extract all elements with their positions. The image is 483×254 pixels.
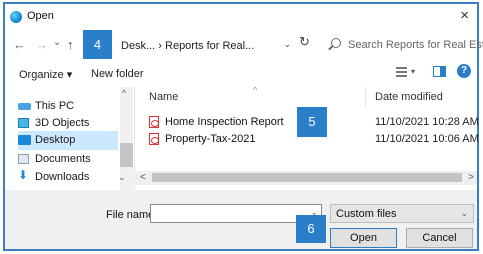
- cancel-button[interactable]: Cancel: [406, 228, 473, 248]
- file-type-filter[interactable]: Custom files ⌄: [330, 204, 474, 223]
- sidebar-item-label: Desktop: [35, 134, 76, 146]
- dialog-title: Open: [27, 10, 54, 22]
- dialog-footer: File name: ⌄ Custom files ⌄ 6 Open Cance…: [5, 190, 477, 249]
- open-button[interactable]: Open: [330, 228, 397, 248]
- back-arrow-icon[interactable]: ←: [13, 38, 26, 52]
- sidebar-item-label: Downloads: [35, 171, 90, 183]
- search-icon: [331, 38, 341, 48]
- column-header-date-modified[interactable]: Date modified: [375, 91, 443, 103]
- sort-ascending-icon: ^: [253, 85, 258, 95]
- sidebar-item-label: 3D Objects: [35, 117, 90, 129]
- organize-menu[interactable]: Organize ▾: [19, 68, 72, 81]
- navigation-pane: This PC 3D Objects Desktop Documents ⬇ D…: [5, 87, 134, 190]
- close-button[interactable]: ×: [460, 7, 469, 25]
- step-badge-5: 5: [297, 107, 327, 137]
- step-badge-4: 4: [83, 30, 112, 59]
- column-header-name[interactable]: Name: [149, 91, 178, 103]
- file-date-modified: 11/10/2021 10:06 AM: [375, 133, 479, 145]
- address-dropdown-icon[interactable]: ⌄: [283, 39, 291, 50]
- up-arrow-icon[interactable]: ↑: [67, 38, 74, 52]
- help-icon[interactable]: ?: [457, 64, 471, 78]
- computer-icon: [18, 103, 31, 110]
- file-name: Home Inspection Report: [165, 116, 284, 128]
- view-options-dropdown-icon[interactable]: ▾: [411, 67, 415, 76]
- pdf-icon: [149, 116, 159, 128]
- refresh-icon[interactable]: ↻: [299, 34, 310, 50]
- sidebar-item-downloads[interactable]: ⬇ Downloads: [18, 168, 118, 187]
- sidebar-item-label: This PC: [35, 100, 75, 112]
- column-divider[interactable]: [365, 87, 366, 107]
- forward-arrow-icon[interactable]: →: [35, 38, 48, 52]
- file-date-modified: 11/10/2021 10:28 AM: [375, 116, 479, 128]
- sidebar-item-documents[interactable]: Documents: [18, 150, 118, 169]
- desktop-icon: [18, 135, 31, 145]
- recent-locations-chevron-icon[interactable]: ⌄: [53, 36, 61, 50]
- file-name: Property-Tax-2021: [165, 133, 256, 145]
- scroll-right-icon[interactable]: >: [468, 172, 474, 183]
- address-bar[interactable]: Desk... › Reports for Real... ⌄: [116, 34, 296, 57]
- scrollbar-thumb[interactable]: [152, 173, 462, 182]
- scroll-down-icon[interactable]: ⌄: [118, 172, 126, 183]
- step-badge-6: 6: [296, 215, 326, 243]
- scroll-left-icon[interactable]: <: [140, 172, 146, 183]
- downloads-icon: ⬇: [18, 168, 29, 182]
- sidebar-item-label: Documents: [35, 153, 91, 165]
- preview-pane-icon[interactable]: [433, 66, 446, 77]
- navigation-bar: ← → ⌄ ↑ 4 Desk... › Reports for Real... …: [5, 30, 483, 60]
- new-folder-button[interactable]: New folder: [91, 68, 144, 80]
- edge-browser-icon: [10, 11, 22, 23]
- pdf-icon: [149, 133, 159, 145]
- search-placeholder: Search Reports for Real Estat...: [348, 39, 483, 51]
- sidebar-item-desktop[interactable]: Desktop: [18, 131, 118, 150]
- file-list-horizontal-scrollbar[interactable]: ⌄ < >: [118, 171, 477, 185]
- address-breadcrumb: Desk... › Reports for Real...: [121, 40, 255, 52]
- documents-icon: [18, 154, 29, 164]
- open-file-dialog: Open × ← → ⌄ ↑ 4 Desk... › Reports for R…: [3, 2, 483, 251]
- 3d-objects-icon: [18, 118, 29, 128]
- file-type-value: Custom files: [336, 208, 397, 220]
- title-bar: Open ×: [5, 4, 477, 30]
- search-box[interactable]: Search Reports for Real Estat...: [325, 34, 483, 57]
- scrollbar-thumb[interactable]: [120, 143, 133, 167]
- scroll-up-icon[interactable]: ^: [122, 88, 126, 98]
- file-type-dropdown-icon[interactable]: ⌄: [460, 208, 468, 219]
- view-options-icon[interactable]: [396, 67, 407, 77]
